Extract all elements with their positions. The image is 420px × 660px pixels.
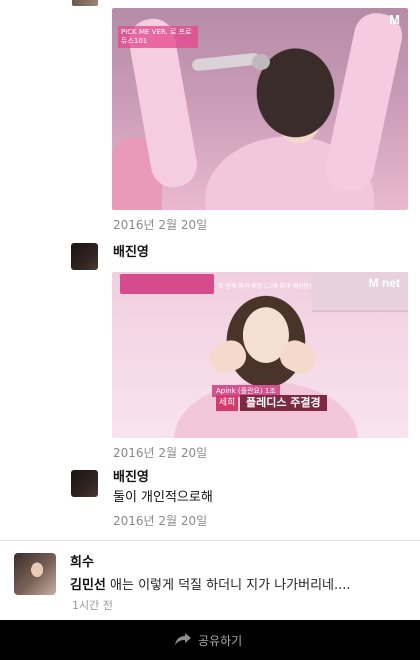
channel-logo: M net bbox=[368, 276, 400, 290]
contestant-name: 플레디스 주결경 bbox=[240, 395, 327, 411]
post-feed: PICK ME VER. 로 프로듀스101 M 2016년 2월 20일 배진… bbox=[0, 0, 420, 540]
comment-date: 2016년 2월 20일 bbox=[113, 514, 208, 528]
avatar[interactable] bbox=[71, 470, 98, 497]
comment-text: 둘이 개인적으로해 bbox=[113, 490, 213, 505]
post-photo[interactable]: M net 첫 번째 평가 배정 (그래 최대 배정중) Apink (플란요)… bbox=[112, 272, 408, 438]
post-photo[interactable]: PICK ME VER. 로 프로듀스101 M bbox=[112, 8, 408, 210]
avatar[interactable] bbox=[72, 0, 98, 6]
share-icon bbox=[174, 631, 192, 650]
comment-username[interactable]: 배진영 bbox=[113, 241, 149, 260]
microphone-icon bbox=[191, 52, 261, 72]
notification-sender[interactable]: 김민선 bbox=[70, 578, 106, 593]
post-date: 2016년 2월 20일 bbox=[113, 218, 208, 232]
share-label: 공유하기 bbox=[198, 633, 243, 648]
post-date: 2016년 2월 20일 bbox=[113, 446, 208, 460]
notification-card[interactable]: 희수 김민선 애는 이렇게 덕질 하더니 지가 나가버리네.... 1시간 전 bbox=[0, 540, 420, 620]
notification-text: 애는 이렇게 덕질 하더니 지가 나가버리네.... bbox=[110, 578, 351, 593]
avatar[interactable] bbox=[71, 243, 98, 270]
name-caption: Apink (플란요) 1조 세희 플레디스 주결경 bbox=[212, 385, 362, 413]
share-button[interactable]: 공유하기 bbox=[174, 630, 242, 650]
photo-caption: PICK ME VER. 로 프로듀스101 bbox=[118, 26, 198, 48]
notification-time: 1시간 전 bbox=[72, 599, 113, 612]
notification-title: 희수 bbox=[70, 555, 94, 570]
photo-subtitle: 첫 번째 평가 배정 (그래 최대 배정중) bbox=[218, 283, 312, 290]
avatar[interactable] bbox=[14, 553, 56, 595]
notification-message: 김민선 애는 이렇게 덕질 하더니 지가 나가버리네.... bbox=[70, 574, 351, 593]
channel-logo: M bbox=[389, 12, 400, 27]
name-tag: 세희 bbox=[216, 395, 238, 411]
comment-username[interactable]: 배진영 bbox=[113, 466, 149, 485]
share-bar: 공유하기 bbox=[0, 620, 420, 660]
